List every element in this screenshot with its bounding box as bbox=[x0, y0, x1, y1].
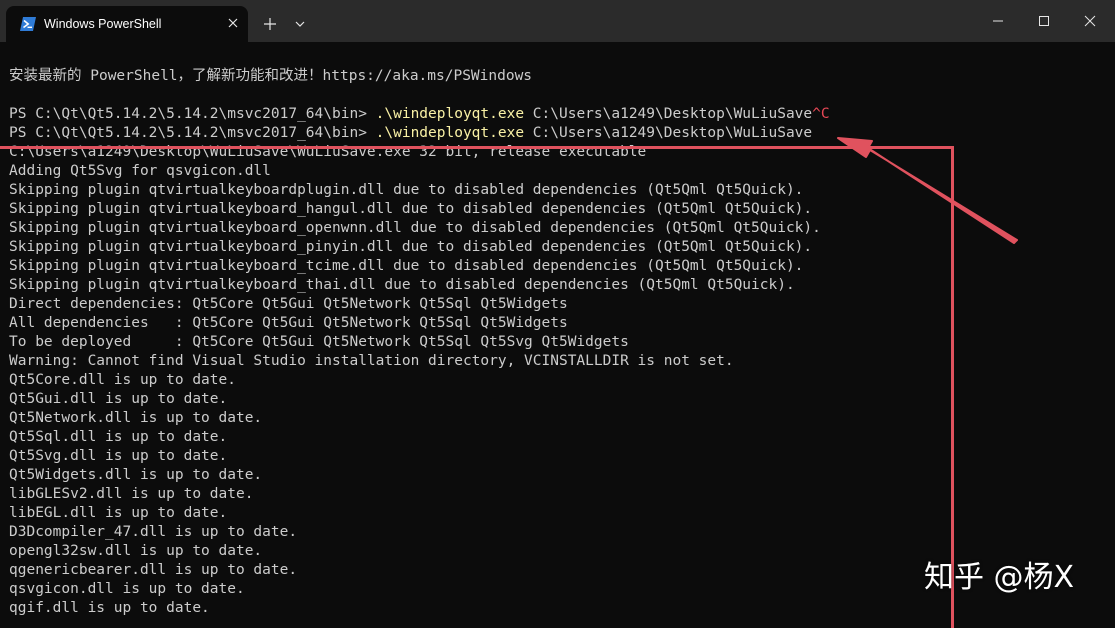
banner-line: 安装最新的 PowerShell，了解新功能和改进！https://aka.ms… bbox=[9, 68, 533, 84]
terminal-output[interactable]: 安装最新的 PowerShell，了解新功能和改进！https://aka.ms… bbox=[0, 42, 1115, 628]
tab-dropdown-button[interactable] bbox=[291, 15, 309, 33]
minimize-button[interactable] bbox=[975, 0, 1021, 42]
maximize-icon bbox=[1039, 16, 1049, 26]
output-line: Skipping plugin qtvirtualkeyboard_pinyin… bbox=[9, 239, 813, 255]
output-line: Skipping plugin qtvirtualkeyboard_hangul… bbox=[9, 201, 813, 217]
new-tab-button[interactable] bbox=[260, 14, 280, 34]
output-line: Qt5Sql.dll is up to date. bbox=[9, 429, 228, 445]
output-line: Direct dependencies: Qt5Core Qt5Gui Qt5N… bbox=[9, 296, 568, 312]
tab-windows-powershell[interactable]: Windows PowerShell bbox=[6, 6, 248, 42]
output-line: Qt5Svg.dll is up to date. bbox=[9, 448, 228, 464]
output-line: To be deployed : Qt5Core Qt5Gui Qt5Netwo… bbox=[9, 334, 629, 350]
title-bar[interactable]: Windows PowerShell bbox=[0, 0, 1115, 42]
output-line: Skipping plugin qtvirtualkeyboard_tcime.… bbox=[9, 258, 804, 274]
output-line: Warning: Cannot find Visual Studio insta… bbox=[9, 353, 734, 369]
output-line: libGLESv2.dll is up to date. bbox=[9, 486, 254, 502]
output-line: C:\Users\a1249\Desktop\WuLiuSave\WuLiuSa… bbox=[9, 144, 647, 160]
output-line: Qt5Network.dll is up to date. bbox=[9, 410, 263, 426]
prompt-line: PS C:\Qt\Qt5.14.2\5.14.2\msvc2017_64\bin… bbox=[9, 124, 812, 143]
command-args: C:\Users\a1249\Desktop\WuLiuSave bbox=[524, 106, 813, 122]
output-line: libEGL.dll is up to date. bbox=[9, 505, 228, 521]
tab-close-button[interactable] bbox=[224, 14, 242, 32]
prompt-text: PS C:\Qt\Qt5.14.2\5.14.2\msvc2017_64\bin… bbox=[9, 106, 376, 122]
chevron-down-icon bbox=[295, 21, 305, 27]
output-line: qgif.dll is up to date. bbox=[9, 600, 210, 616]
output-line: Adding Qt5Svg for qsvgicon.dll bbox=[9, 163, 271, 179]
command-exe: .\windeployqt.exe bbox=[375, 125, 525, 141]
maximize-button[interactable] bbox=[1021, 0, 1067, 42]
output-line: D3Dcompiler_47.dll is up to date. bbox=[9, 524, 298, 540]
output-line: All dependencies : Qt5Core Qt5Gui Qt5Net… bbox=[9, 315, 568, 331]
output-line: Qt5Gui.dll is up to date. bbox=[9, 391, 228, 407]
close-icon bbox=[228, 18, 238, 28]
prompt-text: PS C:\Qt\Qt5.14.2\5.14.2\msvc2017_64\bin… bbox=[9, 125, 376, 141]
powershell-window: Windows PowerShell 安装最新的 PowerShell，了解新功… bbox=[0, 0, 1115, 628]
plus-icon bbox=[264, 18, 276, 30]
output-line: Qt5Widgets.dll is up to date. bbox=[9, 467, 263, 483]
command-args: C:\Users\a1249\Desktop\WuLiuSave bbox=[524, 125, 813, 141]
output-line: Qt5Core.dll is up to date. bbox=[9, 372, 236, 388]
powershell-icon bbox=[20, 17, 36, 31]
output-line: Skipping plugin qtvirtualkeyboard_openwn… bbox=[9, 220, 821, 236]
command-exe: .\windeployqt.exe bbox=[375, 106, 525, 122]
close-icon bbox=[1084, 15, 1096, 27]
output-line: qgenericbearer.dll is up to date. bbox=[9, 562, 298, 578]
interrupt-text: ^C bbox=[812, 106, 830, 122]
watermark-text: 知乎 @杨X bbox=[924, 560, 1075, 595]
prompt-line: PS C:\Qt\Qt5.14.2\5.14.2\msvc2017_64\bin… bbox=[9, 105, 830, 124]
output-line: qsvgicon.dll is up to date. bbox=[9, 581, 245, 597]
close-button[interactable] bbox=[1067, 0, 1113, 42]
output-line: Skipping plugin qtvirtualkeyboard_thai.d… bbox=[9, 277, 795, 293]
tab-title: Windows PowerShell bbox=[44, 17, 162, 31]
output-line: Skipping plugin qtvirtualkeyboardplugin.… bbox=[9, 182, 804, 198]
minimize-icon bbox=[993, 20, 1003, 22]
output-line: opengl32sw.dll is up to date. bbox=[9, 543, 263, 559]
